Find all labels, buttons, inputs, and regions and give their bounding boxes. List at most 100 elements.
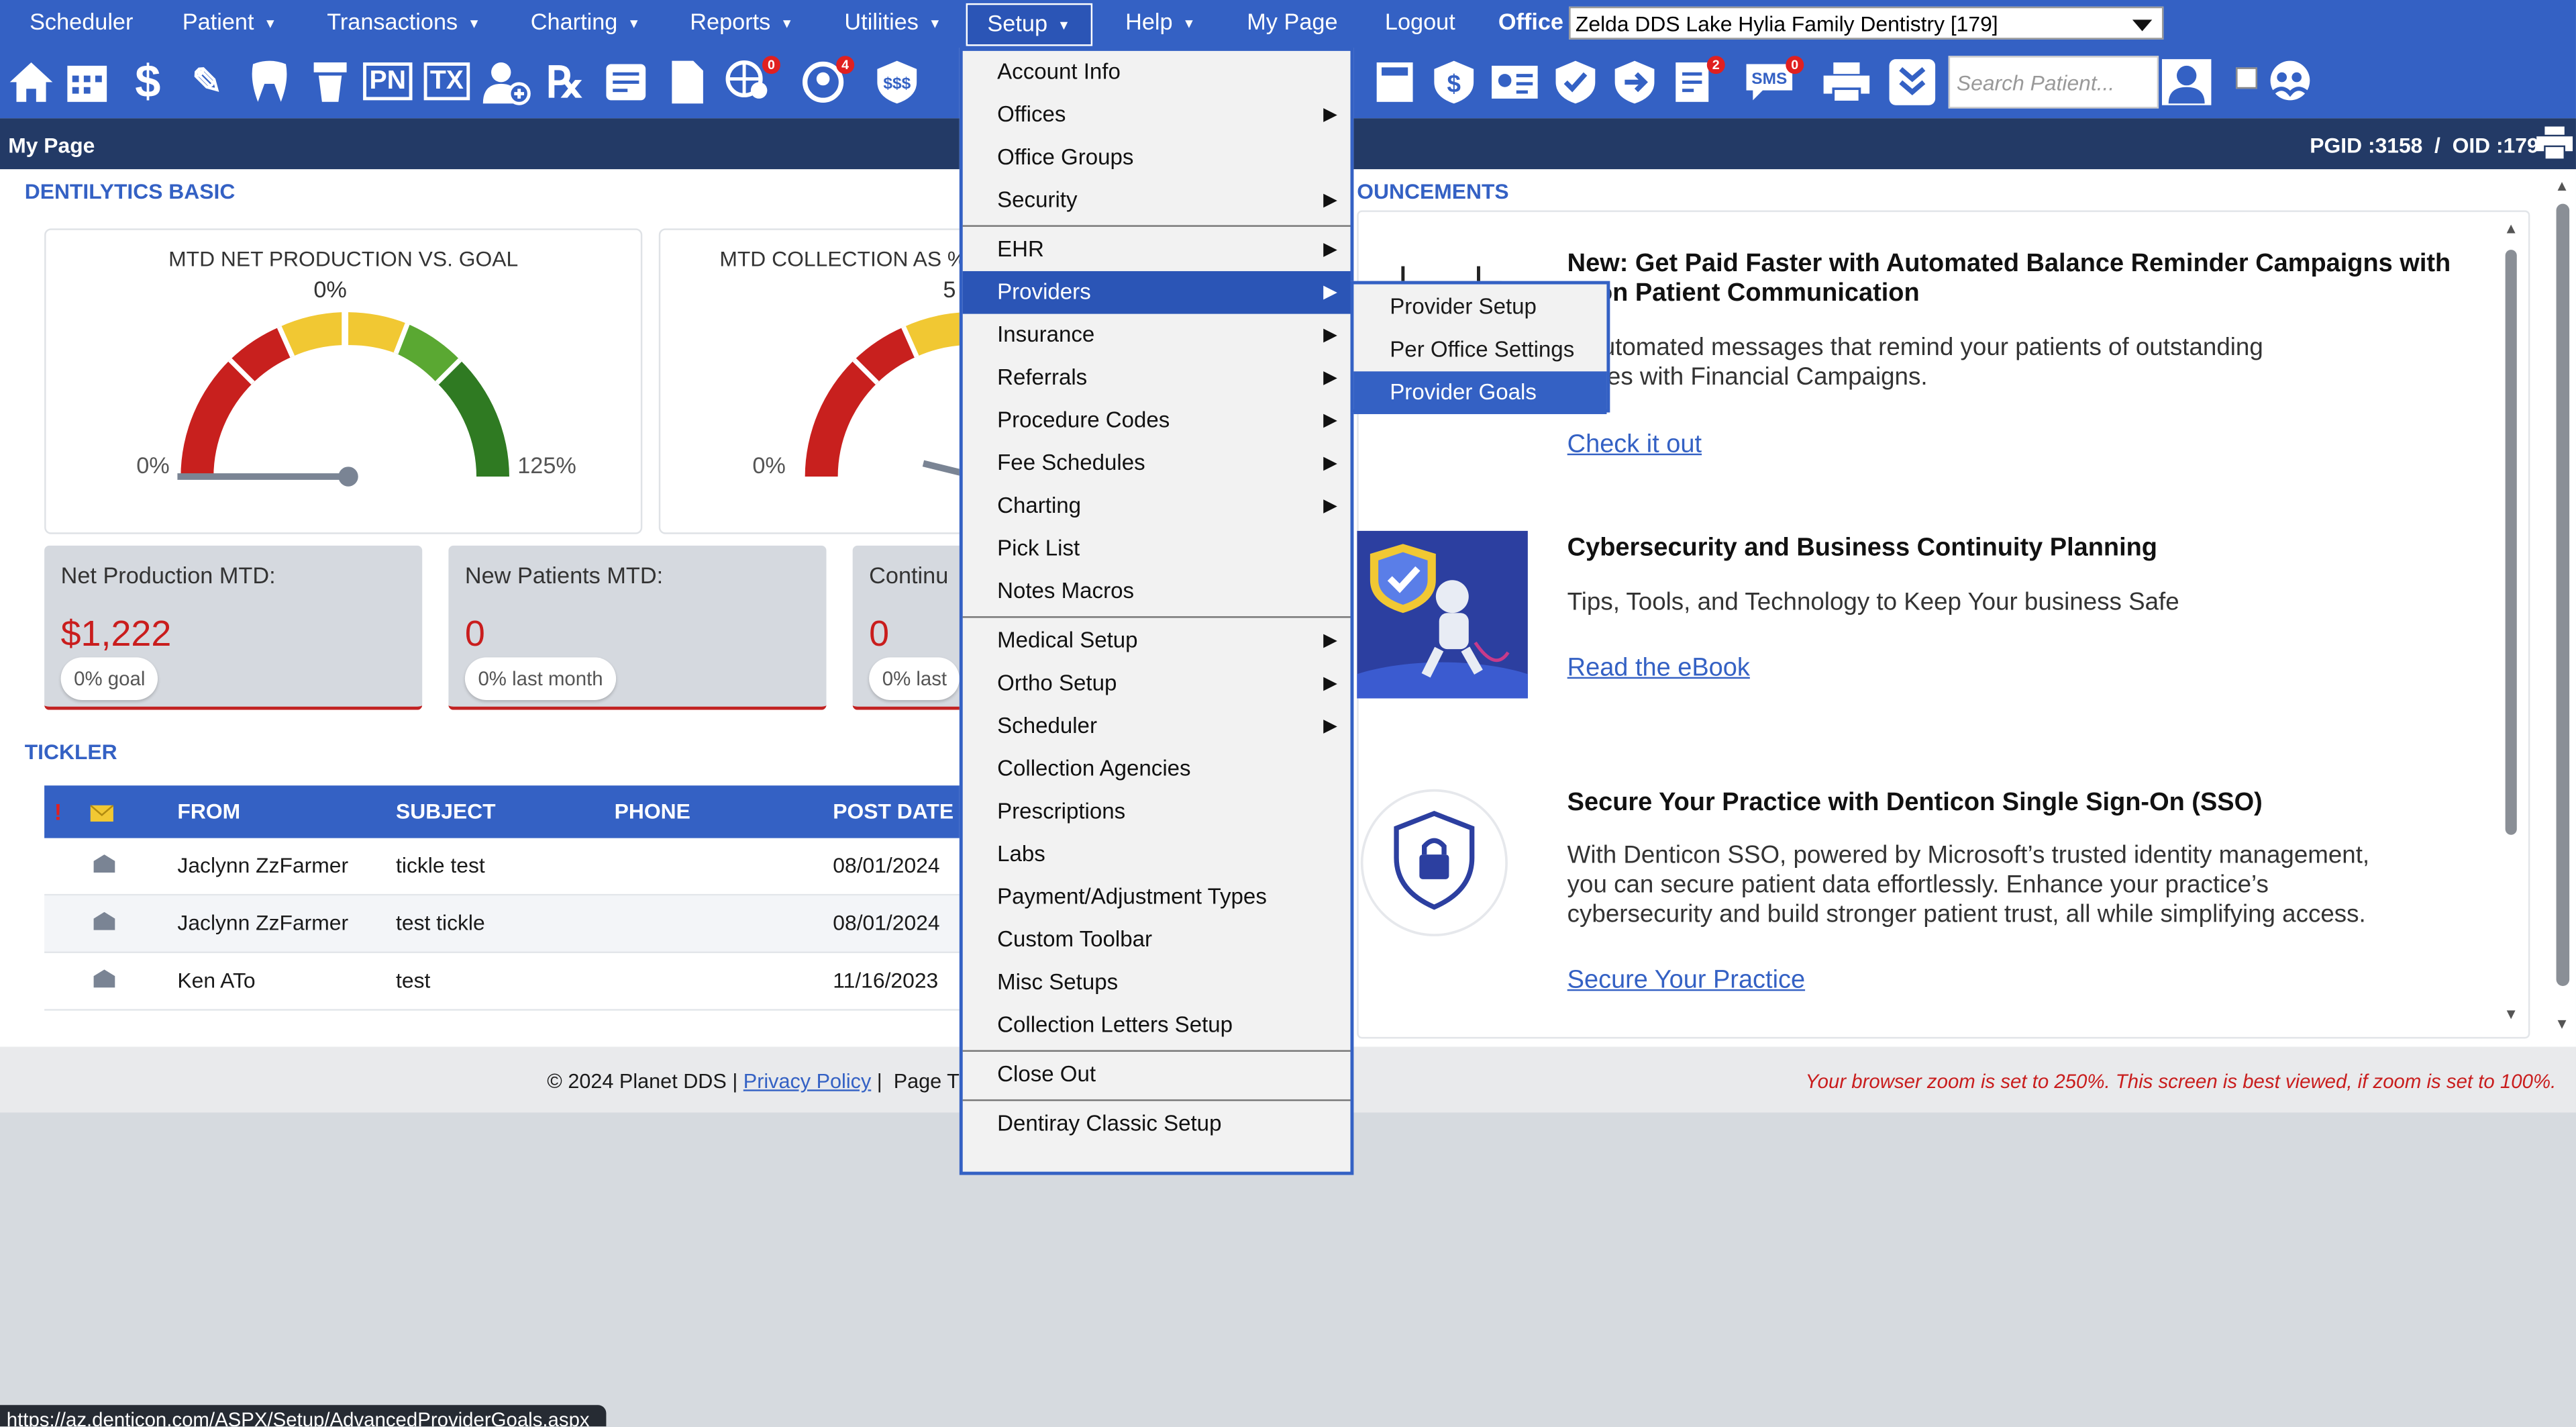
user-search-icon[interactable] [2161,54,2213,110]
chevron-double-down-icon[interactable] [1886,54,1939,110]
edit-icon[interactable]: ✎ [181,54,233,110]
setup-menu-item-custom-toolbar[interactable]: Custom Toolbar [963,919,1351,962]
scroll-thumb[interactable] [2505,250,2517,835]
setup-menu-item-account-info[interactable]: Account Info [963,51,1351,94]
setup-menu-item-ortho-setup[interactable]: Ortho Setup ▶ [963,662,1351,705]
menu-item-label: Notes Macros [997,578,1135,603]
announcement-1-link[interactable]: Check it out [1567,430,1702,460]
shield-check-icon[interactable] [1549,54,1602,110]
menu-my-page[interactable]: My Page [1247,0,1337,48]
col-post-date[interactable]: POST DATE [833,785,954,838]
status-url: https://az.denticon.com/ASPX/Setup/Advan… [6,1408,590,1427]
setup-menu-item-insurance[interactable]: Insurance ▶ [963,314,1351,357]
tooth-icon[interactable] [243,54,295,110]
setup-menu-item-referrals[interactable]: Referrals ▶ [963,356,1351,399]
col-phone[interactable]: PHONE [615,785,690,838]
tx-icon[interactable]: TX [421,54,473,110]
setup-menu-item-procedure-codes[interactable]: Procedure Codes ▶ [963,399,1351,442]
setup-menu-item-prescriptions[interactable]: Prescriptions [963,791,1351,834]
menu-reports[interactable]: Reports ▼ [690,0,793,48]
setup-menu-item-misc-setups[interactable]: Misc Setups [963,961,1351,1004]
setup-menu-item-payment-adjustment-types[interactable]: Payment/Adjustment Types [963,876,1351,919]
tooth-implant-icon[interactable] [304,54,356,110]
submenu-item-per-office-settings[interactable]: Per Office Settings [1353,329,1606,372]
search-patient-input[interactable]: Search Patient... [1948,56,2159,109]
setup-menu-item-charting[interactable]: Charting ▶ [963,485,1351,528]
scroll-up-icon[interactable]: ▲ [2555,177,2569,193]
col-from[interactable]: FROM [177,785,240,838]
setup-menu-item-pick-list[interactable]: Pick List [963,528,1351,571]
calculator-icon[interactable] [1368,54,1421,110]
printer-icon[interactable] [1820,54,1873,110]
scroll-up-icon[interactable]: ▲ [2504,220,2518,236]
setup-menu-item-medical-setup[interactable]: Medical Setup ▶ [963,620,1351,662]
scroll-thumb[interactable] [2556,203,2570,986]
announcement-2-link[interactable]: Read the eBook [1567,654,1750,683]
page-scrollbar[interactable]: ▲ ▼ [2553,177,2573,1038]
menu-scheduler[interactable]: Scheduler [30,0,133,48]
setup-menu-item-ehr[interactable]: EHR ▶ [963,228,1351,271]
printer-icon[interactable] [2535,125,2575,166]
setup-menu-item-office-groups[interactable]: Office Groups [963,136,1351,179]
setup-menu-item-fee-schedules[interactable]: Fee Schedules ▶ [963,442,1351,485]
zoom-warning: Your browser zoom is set to 250%. This s… [1805,1069,2557,1093]
announcement-2-body: Tips, Tools, and Technology to Keep Your… [1567,588,2179,617]
setup-menu-item-collection-agencies[interactable]: Collection Agencies [963,748,1351,791]
calendar-icon[interactable] [61,54,113,110]
office-select[interactable]: Zelda DDS Lake Hylia Family Dentistry [1… [1569,6,2164,40]
setup-menu-item-offices[interactable]: Offices ▶ [963,94,1351,137]
setup-menu-item-collection-letters-setup[interactable]: Collection Letters Setup [963,1004,1351,1047]
rx-icon[interactable]: ℞ [539,54,591,110]
submenu-arrow-icon: ▶ [1323,716,1337,736]
setup-menu-item-providers[interactable]: Providers ▶ [962,270,1351,314]
row-date: 11/16/2023 [833,968,939,993]
pn-icon[interactable]: PN [362,54,414,110]
scroll-down-icon[interactable]: ▼ [2504,1005,2518,1022]
setup-menu-item-close-out[interactable]: Close Out [963,1053,1351,1096]
menu-logout[interactable]: Logout [1385,0,1455,48]
setup-menu-item-security[interactable]: Security ▶ [963,179,1351,222]
table-row[interactable]: Ken ATo test 11/16/2023 [44,953,965,1011]
col-subject[interactable]: SUBJECT [396,785,496,838]
table-row[interactable]: Jaclynn ZzFarmer test tickle 08/01/2024 [44,895,965,954]
setup-menu-item-dentiray-classic-setup[interactable]: Dentiray Classic Setup [963,1103,1351,1146]
menu-transactions[interactable]: Transactions ▼ [327,0,480,48]
sms-badge: 0 [1786,56,1804,75]
scroll-down-icon[interactable]: ▼ [2555,1016,2569,1032]
table-row[interactable]: Jaclynn ZzFarmer tickle test 08/01/2024 [44,838,965,896]
announcement-3-link[interactable]: Secure Your Practice [1567,967,1805,996]
notes-icon[interactable] [600,54,652,110]
insurance-money-icon[interactable]: $$$ [871,54,923,110]
shield-dollar-icon[interactable]: $ [1428,54,1480,110]
id-card-icon[interactable] [1488,54,1541,110]
menu-help[interactable]: Help ▼ [1125,0,1196,48]
menu-item-label: Labs [997,841,1045,867]
svg-text:SMS: SMS [1751,70,1787,88]
status-url-bar: https://az.denticon.com/ASPX/Setup/Advan… [0,1405,607,1427]
menu-setup-label: Setup [987,9,1048,36]
menu-setup[interactable]: Setup ▼ [966,3,1092,46]
privacy-policy-link[interactable]: Privacy Policy [743,1070,871,1093]
document-icon[interactable] [660,54,713,110]
kpi-new-patients: New Patients MTD: 0 0% last month [448,545,827,710]
setup-menu-item-labs[interactable]: Labs [963,833,1351,876]
menu-patient[interactable]: Patient ▼ [183,0,277,48]
announcements-scrollbar[interactable]: ▲ ▼ [2504,220,2518,1022]
kpi-label: New Patients MTD: [464,562,664,589]
add-user-icon[interactable] [480,54,532,110]
toolbar-checkbox[interactable] [2236,67,2257,89]
group-search-icon[interactable] [2264,54,2316,110]
menu-charting[interactable]: Charting ▼ [531,0,641,48]
setup-menu-item-scheduler[interactable]: Scheduler ▶ [963,705,1351,748]
row-subject: tickle test [396,852,485,878]
kpi-value: 0 [869,613,890,654]
setup-menu-item-notes-macros[interactable]: Notes Macros [963,571,1351,613]
kpi-net-production: Net Production MTD: $1,222 0% goal [44,545,423,710]
home-icon[interactable] [5,54,57,110]
shield-forward-icon[interactable] [1608,54,1661,110]
submenu-item-provider-goals[interactable]: Provider Goals [1353,371,1607,414]
menu-utilities[interactable]: Utilities ▼ [844,0,941,48]
menu-item-label: Medical Setup [997,628,1138,652]
dollar-icon[interactable]: $ [121,54,174,110]
submenu-item-provider-setup[interactable]: Provider Setup [1353,286,1606,329]
